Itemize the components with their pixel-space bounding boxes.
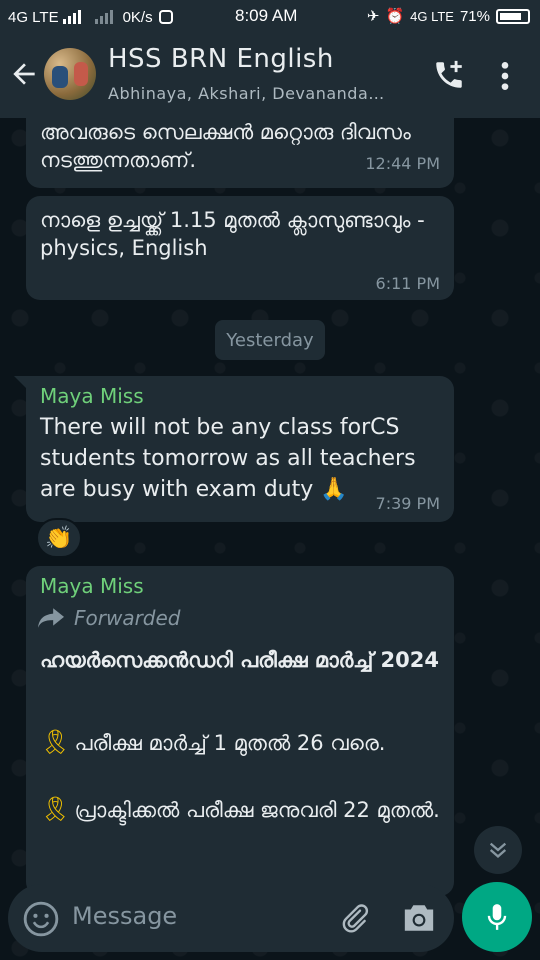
battery-icon [496, 8, 530, 24]
message-time: 7:39 PM [375, 494, 440, 513]
message-composer: Message [8, 884, 454, 952]
chat-participants[interactable]: Abhinaya, Akshari, Devananda… [108, 84, 408, 103]
message-heading: ഹയർസെക്കൻഡറി പരീക്ഷ മാർച്ച് 2024 [40, 648, 439, 672]
message-bubble[interactable]: Maya Miss Forwarded ഹയർസെക്കൻഡറി പരീക്ഷ … [26, 566, 454, 896]
ribbon-icon: 🎗 [40, 795, 71, 823]
double-chevron-down-icon [489, 842, 507, 858]
message-input[interactable]: Message [72, 902, 177, 930]
emoji-icon[interactable] [22, 900, 60, 938]
mute-icon: ✈ [366, 8, 380, 25]
ribbon-icon: 🎗 [40, 728, 71, 756]
message-bubble[interactable]: Maya Miss There will not be any class fo… [14, 376, 454, 522]
instagram-icon [158, 10, 173, 24]
forwarded-label: Forwarded [74, 606, 181, 630]
signal-icon [62, 10, 81, 24]
network-label-2: 4G LTE [410, 8, 454, 24]
status-bar: 4G LTE 0K/s 8:09 AM ✈ ⏰ 4G LTE 71% [0, 0, 540, 34]
message-text: There will not be any class forCS studen… [40, 415, 416, 502]
message-line-text: പ്രാക്ടിക്കൽ പരീക്ഷ ജനുവരി 22 മുതൽ. [74, 798, 440, 822]
group-avatar[interactable] [44, 48, 96, 100]
chat-area[interactable]: അവരുടെ സെലക്ഷൻ മറ്റൊരു ദിവസം നടത്തുന്നതാ… [0, 118, 540, 960]
message-bubble[interactable]: നാളെ ഉച്ചയ്ക്ക് 1.15 മുതൽ ക്ലാസുണ്ടാവും … [26, 196, 454, 300]
data-speed: 0K/s [122, 8, 153, 26]
chat-title[interactable]: HSS BRN English [108, 44, 334, 74]
message-bubble[interactable]: അവരുടെ സെലക്ഷൻ മറ്റൊരു ദിവസം നടത്തുന്നതാ… [26, 118, 454, 188]
message-line-text: പരീക്ഷ മാർച്ച് 1 മുതൽ 26 വരെ. [74, 731, 386, 755]
chat-header: HSS BRN English Abhinaya, Akshari, Devan… [0, 34, 540, 118]
message-line: 🎗 പ്രാക്ടിക്കൽ പരീക്ഷ ജനുവരി 22 മുതൽ. [40, 792, 440, 827]
scroll-to-bottom-button[interactable] [474, 826, 522, 874]
more-options-icon[interactable] [496, 60, 514, 92]
forwarded-indicator: Forwarded [38, 606, 181, 630]
sender-name[interactable]: Maya Miss [40, 384, 144, 408]
add-call-icon[interactable] [432, 58, 466, 92]
clock: 8:09 AM [235, 6, 298, 25]
message-time: 6:11 PM [375, 274, 440, 293]
date-divider: Yesterday [215, 320, 325, 360]
network-label: 4G LTE [8, 8, 59, 26]
signal-icon-2 [94, 10, 113, 24]
back-arrow-icon[interactable] [8, 58, 40, 90]
camera-icon[interactable] [402, 902, 436, 934]
sender-name[interactable]: Maya Miss [40, 574, 144, 598]
alarm-icon: ⏰ [385, 8, 405, 25]
attachment-icon[interactable] [338, 902, 370, 934]
reaction-badge[interactable]: 👏 [36, 518, 82, 558]
microphone-icon [487, 904, 507, 930]
forward-arrow-icon [38, 608, 64, 628]
message-time: 12:44 PM [365, 154, 440, 173]
message-text: നാളെ ഉച്ചയ്ക്ക് 1.15 മുതൽ ക്ലാസുണ്ടാവും … [40, 208, 425, 260]
battery-percent: 71% [459, 7, 490, 25]
message-line: 🎗 പരീക്ഷ മാർച്ച് 1 മുതൽ 26 വരെ. [40, 726, 440, 759]
voice-message-button[interactable] [462, 882, 532, 952]
